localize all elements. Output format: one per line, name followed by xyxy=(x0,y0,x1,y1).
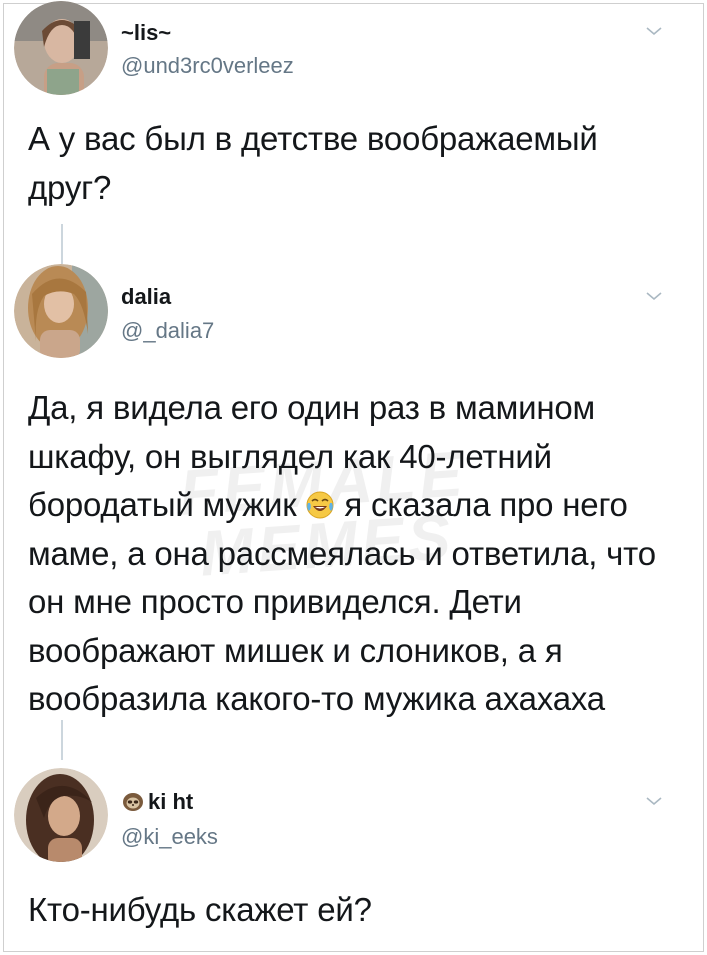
avatar[interactable] xyxy=(14,264,108,358)
tweet-2[interactable]: dalia @_dalia7 Да, я видела его один раз… xyxy=(0,260,707,720)
tweet-text: А у вас был в детстве воображаемый друг? xyxy=(28,115,677,212)
chevron-down-icon[interactable] xyxy=(645,290,663,302)
tweet-1[interactable]: ~lis~ @und3rc0verleez А у вас был в детс… xyxy=(0,0,707,220)
avatar[interactable] xyxy=(14,1,108,95)
thread-line xyxy=(61,720,63,760)
display-name[interactable]: dalia xyxy=(121,284,171,310)
sloth-emoji-icon xyxy=(121,791,145,813)
tweet-text: Да, я видела его один раз в мамином шкаф… xyxy=(28,384,677,724)
user-handle[interactable]: @_dalia7 xyxy=(121,318,214,344)
user-handle[interactable]: @und3rc0verleez xyxy=(121,53,294,79)
face-with-tears-of-joy-icon xyxy=(305,490,335,520)
user-handle[interactable]: @ki_eeks xyxy=(121,824,218,850)
display-name[interactable]: ~lis~ xyxy=(121,20,171,46)
thread-line xyxy=(61,224,63,264)
avatar-photo-icon xyxy=(14,264,108,358)
tweet-3[interactable]: ki ht @ki_eeks Кто-нибудь скажет ей? xyxy=(0,760,707,950)
avatar[interactable] xyxy=(14,768,108,862)
avatar-photo-icon xyxy=(14,1,108,95)
chevron-down-icon[interactable] xyxy=(645,25,663,37)
display-name[interactable]: ki ht xyxy=(148,789,193,815)
chevron-down-icon[interactable] xyxy=(645,795,663,807)
avatar-photo-icon xyxy=(14,768,108,862)
tweet-text: Кто-нибудь скажет ей? xyxy=(28,886,677,935)
